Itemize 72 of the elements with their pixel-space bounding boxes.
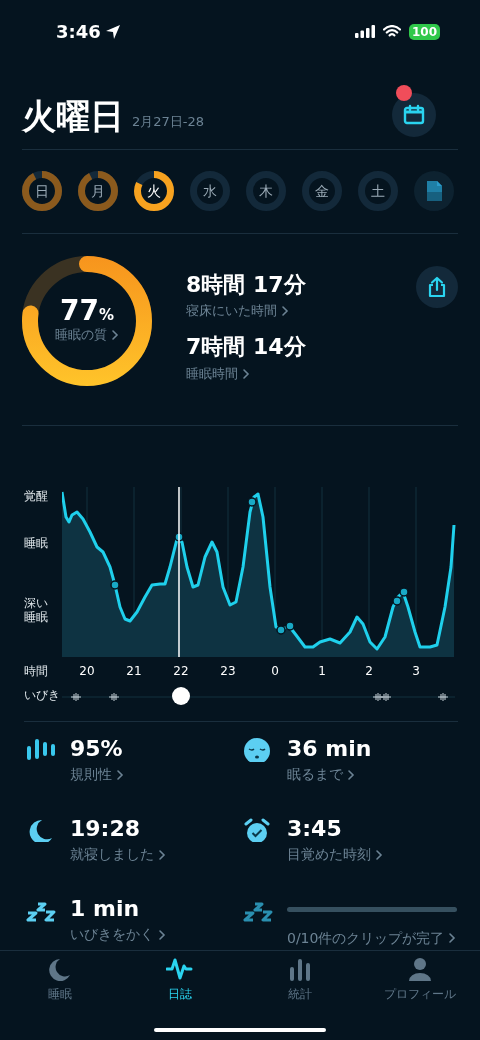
snore-icon (70, 692, 82, 702)
chevron-icon (111, 329, 119, 341)
tick-label: 3 (411, 662, 421, 680)
battery-level: 100 (408, 23, 440, 40)
axis-label: 覚醒 (24, 489, 49, 504)
metric-value: 1 min (70, 895, 141, 923)
report-button[interactable] (414, 171, 454, 211)
nav-tab[interactable]: プロフィール (360, 956, 480, 1007)
document-icon (425, 180, 443, 202)
metric-value: 36 min (287, 735, 372, 763)
day-ring[interactable]: 土 (358, 171, 398, 211)
day-ring[interactable]: 火 (134, 171, 174, 211)
stat-link[interactable]: 寝床にいた時間 (186, 301, 289, 321)
metric-link[interactable]: 就寝しました (70, 844, 166, 866)
metric-link[interactable]: 目覚めた時刻 (287, 844, 383, 866)
tick-label: 1 (317, 662, 327, 680)
day-title: 火曜日 (22, 99, 124, 133)
axis-label: 深い睡眠 (24, 597, 49, 625)
location-icon (104, 23, 121, 40)
chevron-icon (158, 848, 166, 861)
share-icon (427, 276, 447, 298)
tick-label: 2 (364, 662, 374, 680)
day-ring[interactable]: 日 (22, 171, 62, 211)
snore-icon (437, 692, 449, 702)
tick-label: 23 (219, 662, 237, 680)
metric-link[interactable]: 眠るまで (287, 764, 355, 786)
signal-icon (354, 25, 375, 38)
axis-label: 時間 (24, 662, 49, 680)
metric-value: 95% (70, 735, 124, 763)
metric-link[interactable]: 0/10件のクリップが完了 (287, 927, 457, 949)
sleeping-face-icon (243, 737, 273, 762)
status-time: 3:46 (56, 20, 101, 44)
tick-label: 22 (172, 662, 190, 680)
tick-label: 0 (270, 662, 280, 680)
calendar-icon (403, 104, 425, 126)
chevron-icon (281, 305, 289, 318)
slider-thumb[interactable] (171, 686, 190, 705)
day-ring[interactable]: 月 (78, 171, 118, 211)
score-value: 77% (60, 297, 114, 326)
share-button[interactable] (416, 266, 458, 308)
duration-value: 7時間 14分 (186, 334, 306, 361)
metric-link[interactable]: 規則性 (70, 764, 124, 786)
chevron-icon (448, 932, 457, 945)
nav-tab[interactable]: 統計 (240, 956, 360, 1007)
day-ring[interactable]: 金 (302, 171, 342, 211)
tick-label: 20 (78, 662, 96, 680)
wifi-icon (382, 25, 401, 38)
person-icon (406, 956, 434, 983)
chevron-icon (158, 928, 166, 941)
snore-icon (372, 692, 384, 702)
nav-tab[interactable]: 日誌 (120, 956, 240, 1007)
quality-link[interactable]: 睡眠の質 (55, 325, 119, 345)
bars-icon (26, 737, 56, 762)
axis-label: 睡眠 (24, 536, 49, 551)
snore-label: いびき (24, 688, 61, 704)
metric-value: 19:28 (70, 815, 142, 843)
calendar-button[interactable] (392, 93, 436, 137)
duration-value: 8時間 17分 (186, 272, 306, 299)
date-range: 2月27日-28 (132, 112, 205, 131)
stat-link[interactable]: 睡眠時間 (186, 363, 250, 384)
metric-value: 3:45 (287, 815, 343, 843)
day-ring[interactable]: 木 (246, 171, 286, 211)
snore-icon (108, 692, 120, 702)
chevron-icon (116, 768, 124, 781)
chevron-icon (242, 367, 250, 380)
nav-tab[interactable]: 睡眠 (0, 956, 120, 1007)
tick-label: 21 (125, 662, 143, 680)
metric-link[interactable]: いびきをかく (70, 924, 166, 946)
chevron-icon (347, 768, 355, 781)
day-ring[interactable]: 水 (190, 171, 230, 211)
chevron-icon (375, 848, 383, 861)
snore-icon (380, 692, 392, 702)
